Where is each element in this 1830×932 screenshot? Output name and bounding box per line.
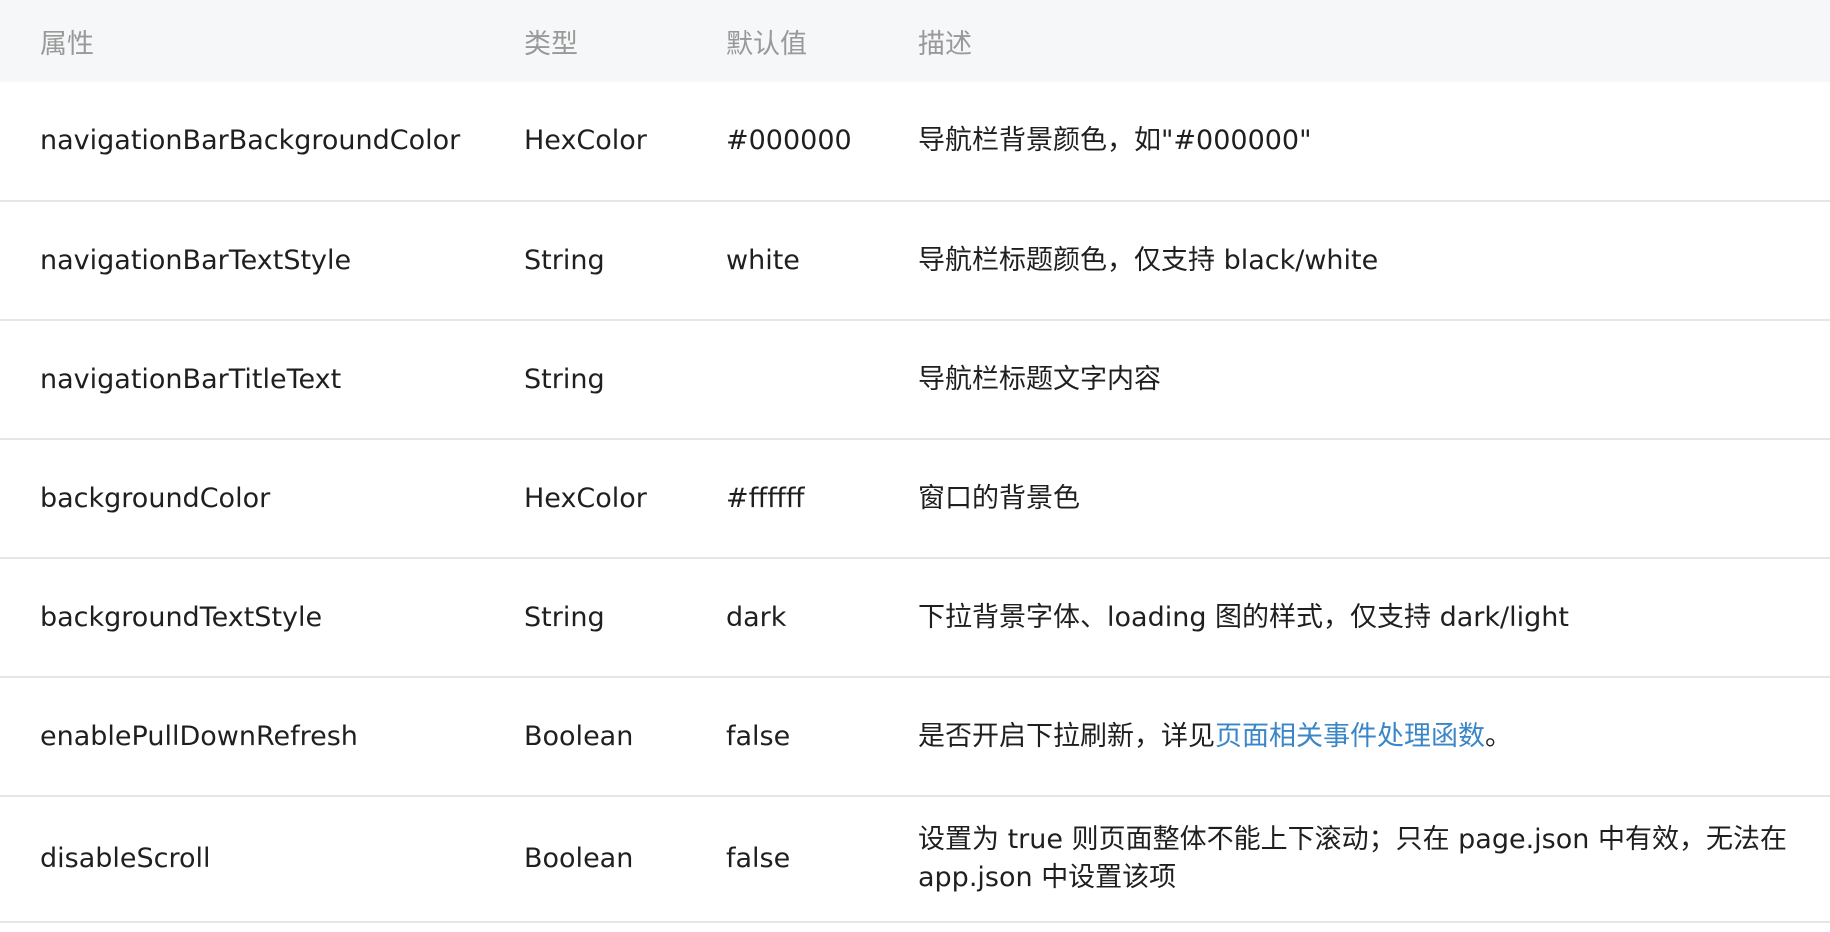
- table-body: navigationBarBackgroundColor HexColor #0…: [0, 82, 1830, 922]
- cell-prop: navigationBarTitleText: [40, 363, 342, 395]
- table-header-row: 属性 类型 默认值 描述: [0, 0, 1830, 82]
- table-row: backgroundColor HexColor #ffffff 窗口的背景色: [0, 439, 1830, 558]
- cell-prop: navigationBarTextStyle: [40, 244, 352, 276]
- cell-type: HexColor: [524, 125, 647, 156]
- cell-prop: enablePullDownRefresh: [40, 720, 358, 752]
- table-row: backgroundTextStyle String dark 下拉背景字体、l…: [0, 558, 1830, 677]
- cell-default: #ffffff: [726, 482, 805, 514]
- cell-prop: backgroundTextStyle: [40, 601, 323, 633]
- cell-prop: disableScroll: [40, 843, 211, 874]
- cell-desc: 设置为 true 则页面整体不能上下滚动；只在 page.json 中有效，无法…: [918, 824, 1787, 893]
- table-row: navigationBarTitleText String 导航栏标题文字内容: [0, 320, 1830, 439]
- cell-desc: 导航栏标题文字内容: [918, 363, 1161, 395]
- desc-suffix: 。: [1485, 720, 1512, 752]
- table-row: navigationBarBackgroundColor HexColor #0…: [0, 82, 1830, 201]
- header-prop: 属性: [40, 28, 94, 60]
- desc-prefix: 是否开启下拉刷新，详见: [918, 720, 1215, 752]
- header-desc: 描述: [918, 28, 972, 60]
- cell-default: false: [726, 720, 791, 752]
- cell-default: #000000: [726, 125, 852, 156]
- cell-prop: backgroundColor: [40, 482, 271, 514]
- cell-type: Boolean: [524, 843, 634, 874]
- cell-prop: navigationBarBackgroundColor: [40, 125, 461, 156]
- header-type: 类型: [524, 28, 578, 60]
- page-event-handlers-link[interactable]: 页面相关事件处理函数: [1215, 721, 1485, 752]
- cell-default: false: [726, 843, 791, 874]
- cell-desc: 导航栏标题颜色，仅支持 black/white: [918, 244, 1379, 276]
- table-row: enablePullDownRefresh Boolean false 是否开启…: [0, 677, 1830, 796]
- properties-table: 属性 类型 默认值 描述 navigationBarBackgroundColo…: [0, 0, 1830, 923]
- cell-type: HexColor: [524, 482, 647, 514]
- cell-desc: 窗口的背景色: [918, 482, 1080, 514]
- cell-default: [726, 320, 918, 439]
- cell-type: String: [524, 244, 605, 276]
- cell-type: String: [524, 601, 605, 633]
- cell-desc: 导航栏背景颜色，如"#000000": [918, 125, 1312, 156]
- table-row: navigationBarTextStyle String white 导航栏标…: [0, 201, 1830, 320]
- header-default: 默认值: [726, 28, 807, 60]
- cell-type: String: [524, 363, 605, 395]
- cell-desc: 是否开启下拉刷新，详见页面相关事件处理函数。: [918, 677, 1830, 796]
- cell-type: Boolean: [524, 720, 634, 752]
- cell-default: white: [726, 244, 800, 276]
- cell-desc: 下拉背景字体、loading 图的样式，仅支持 dark/light: [918, 601, 1569, 633]
- table-row: disableScroll Boolean false 设置为 true 则页面…: [0, 796, 1830, 922]
- cell-default: dark: [726, 601, 787, 633]
- table-header: 属性 类型 默认值 描述: [0, 0, 1830, 82]
